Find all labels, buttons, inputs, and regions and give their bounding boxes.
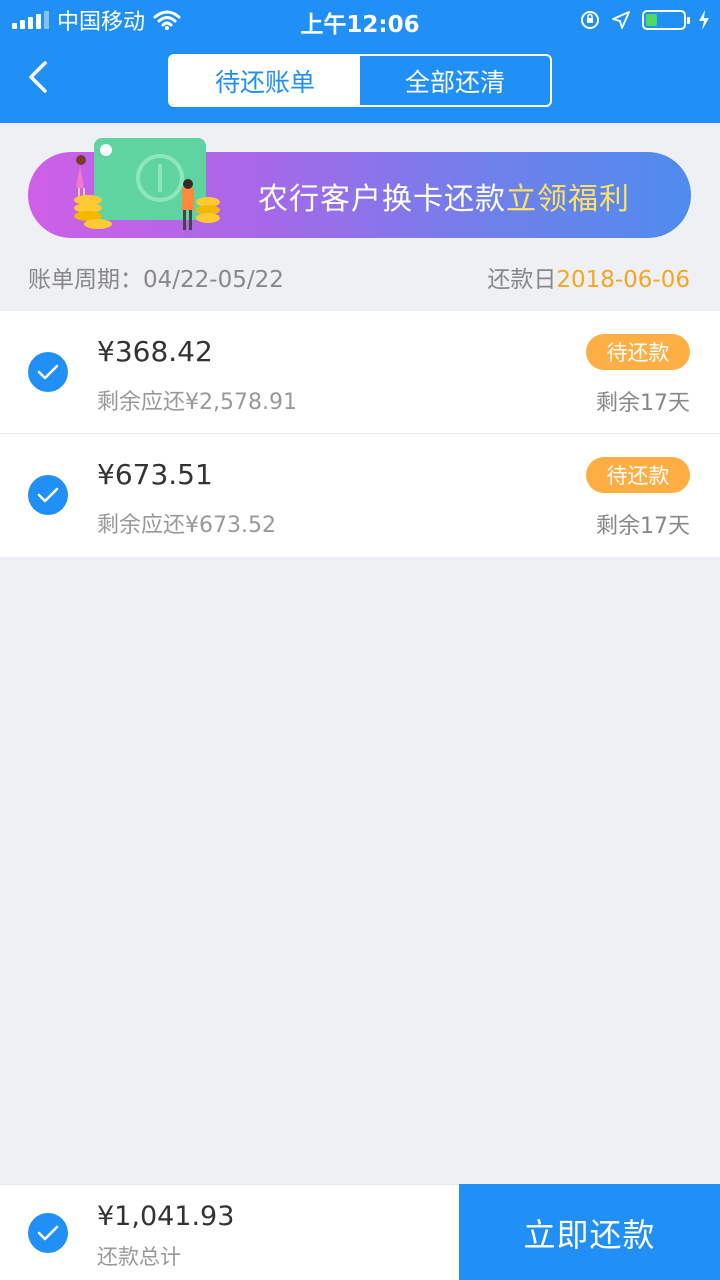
back-button[interactable]	[18, 54, 58, 100]
bill-checkbox[interactable]	[28, 475, 68, 515]
due-label: 还款日	[487, 267, 557, 293]
bill-item[interactable]: ¥673.51 剩余应还¥673.52 待还款 剩余17天	[0, 434, 720, 557]
checkout-bar: ¥1,041.93 还款总计 立即还款	[0, 1184, 720, 1280]
banner-illustration	[74, 138, 220, 230]
location-arrow-icon	[612, 11, 630, 29]
bill-amount: ¥673.51	[97, 458, 213, 491]
bill-list: ¥368.42 剩余应还¥2,578.91 待还款 剩余17天 ¥673.51 …	[0, 311, 720, 557]
banner-text: 农行客户换卡还款立领福利	[258, 174, 630, 218]
battery-icon	[642, 10, 690, 30]
banner-highlight-text: 立领福利	[506, 182, 630, 217]
total-amount: ¥1,041.93	[97, 1201, 235, 1232]
tab-pending-bills[interactable]: 待还账单	[170, 56, 360, 105]
status-badge: 待还款	[586, 334, 690, 370]
check-icon	[37, 1225, 59, 1241]
check-icon	[37, 364, 59, 380]
bill-remaining: 剩余应还¥673.52	[97, 513, 276, 538]
days-left: 剩余17天	[596, 391, 690, 416]
bill-item[interactable]: ¥368.42 剩余应还¥2,578.91 待还款 剩余17天	[0, 311, 720, 434]
due-date: 2018-06-06	[556, 267, 690, 293]
status-bar: 中国移动 上午12:06	[0, 0, 720, 40]
promo-banner[interactable]: 农行客户换卡还款立领福利	[28, 138, 691, 240]
status-badge: 待还款	[586, 457, 690, 493]
pay-now-button[interactable]: 立即还款	[459, 1184, 720, 1280]
select-all-checkbox[interactable]	[28, 1213, 68, 1253]
rotation-lock-icon	[580, 10, 600, 30]
total-label: 还款总计	[97, 1245, 181, 1269]
tab-pay-all[interactable]: 全部还清	[360, 56, 550, 105]
days-left: 剩余17天	[596, 514, 690, 539]
bill-period-row: 账单周期：04/22-05/22 还款日2018-06-06	[0, 248, 720, 304]
bill-checkbox[interactable]	[28, 352, 68, 392]
bill-amount: ¥368.42	[97, 335, 213, 368]
header-bar: 中国移动 上午12:06 待还账单 全部还清	[0, 0, 720, 123]
bolt-icon	[698, 10, 710, 30]
period-label: 账单周期：	[28, 267, 143, 293]
banner-main-text: 农行客户换卡还款	[258, 182, 506, 217]
bill-remaining: 剩余应还¥2,578.91	[97, 390, 297, 415]
check-icon	[37, 487, 59, 503]
period-range: 04/22-05/22	[143, 267, 284, 293]
bill-tabs: 待还账单 全部还清	[168, 54, 552, 107]
chevron-left-icon	[29, 61, 47, 93]
